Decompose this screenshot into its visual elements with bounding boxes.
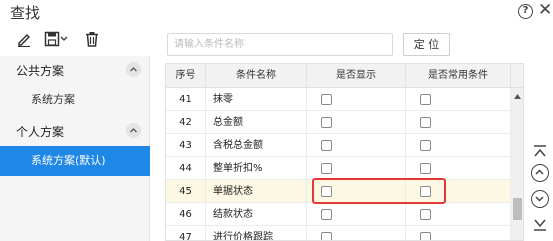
chevron-up-icon bbox=[535, 169, 544, 175]
row-index: 43 bbox=[166, 134, 206, 157]
help-button[interactable]: ? bbox=[518, 4, 533, 19]
group-title: 公共方案 bbox=[16, 64, 65, 78]
condition-name: 单据状态 bbox=[206, 180, 307, 203]
chevron-up-icon bbox=[130, 67, 137, 72]
scroll-up-arrow-icon[interactable] bbox=[514, 94, 521, 99]
highlight-annotation-box bbox=[312, 178, 446, 204]
table-row[interactable]: 43 含税总金额 bbox=[166, 134, 511, 157]
table-row[interactable]: 41 抹零 bbox=[166, 88, 511, 111]
scheme-item-system[interactable]: 系统方案 bbox=[0, 85, 150, 115]
table-row[interactable]: 42 总金额 bbox=[166, 111, 511, 134]
condition-name: 结款状态 bbox=[206, 203, 307, 226]
group-public-schemes[interactable]: 公共方案 bbox=[0, 56, 150, 84]
row-order-controls bbox=[527, 135, 553, 241]
common-checkbox[interactable] bbox=[420, 140, 431, 151]
close-button[interactable]: ✕ bbox=[538, 1, 552, 19]
table-header: 序号 条件名称 是否显示 是否常用条件 bbox=[166, 64, 523, 88]
scrollbar-thumb[interactable] bbox=[513, 198, 522, 220]
chevron-down-icon bbox=[535, 196, 544, 202]
move-to-bottom-icon[interactable] bbox=[531, 217, 549, 236]
row-index: 44 bbox=[166, 157, 206, 180]
column-header-index: 序号 bbox=[166, 64, 206, 88]
scheme-item-system-default[interactable]: 系统方案(默认) bbox=[0, 146, 150, 176]
collapse-button[interactable] bbox=[126, 62, 141, 77]
row-index: 47 bbox=[166, 226, 206, 240]
common-checkbox[interactable] bbox=[420, 209, 431, 220]
save-icon[interactable] bbox=[44, 31, 68, 51]
condition-name: 整单折扣% bbox=[206, 157, 307, 180]
table-row[interactable]: 44 整单折扣% bbox=[166, 157, 511, 180]
edit-icon[interactable] bbox=[16, 31, 32, 51]
common-checkbox[interactable] bbox=[420, 163, 431, 174]
show-checkbox[interactable] bbox=[321, 140, 332, 151]
delete-icon[interactable] bbox=[84, 31, 100, 51]
table-scrollbar[interactable] bbox=[511, 88, 523, 240]
table-row[interactable]: 46 结款状态 bbox=[166, 203, 511, 226]
row-index: 41 bbox=[166, 88, 206, 111]
show-checkbox[interactable] bbox=[321, 232, 332, 240]
column-header-common: 是否常用条件 bbox=[406, 64, 511, 88]
group-title: 个人方案 bbox=[16, 125, 65, 139]
row-index: 45 bbox=[166, 180, 206, 203]
column-header-show: 是否显示 bbox=[307, 64, 406, 88]
title-bar: 查找 ? ✕ bbox=[0, 0, 553, 26]
move-up-button[interactable] bbox=[531, 164, 549, 182]
scheme-toolbar bbox=[0, 27, 150, 54]
row-index: 46 bbox=[166, 203, 206, 226]
show-checkbox[interactable] bbox=[321, 163, 332, 174]
common-checkbox[interactable] bbox=[420, 94, 431, 105]
dialog-title: 查找 bbox=[10, 4, 41, 22]
condition-table: 序号 条件名称 是否显示 是否常用条件 41 抹零 42 总金额 43 含税总金… bbox=[165, 63, 524, 241]
move-down-button[interactable] bbox=[531, 190, 549, 208]
show-checkbox[interactable] bbox=[321, 209, 332, 220]
scheme-sidebar: 公共方案 系统方案 个人方案 系统方案(默认) bbox=[0, 56, 150, 241]
show-checkbox[interactable] bbox=[321, 94, 332, 105]
condition-search-input[interactable]: 请输入条件名称 bbox=[167, 33, 393, 56]
condition-name: 抹零 bbox=[206, 88, 307, 111]
chevron-up-icon bbox=[130, 128, 137, 133]
column-header-name: 条件名称 bbox=[206, 64, 307, 88]
common-checkbox[interactable] bbox=[420, 117, 431, 128]
row-index: 42 bbox=[166, 111, 206, 134]
condition-name: 进行价格跟踪 bbox=[206, 226, 307, 240]
common-checkbox[interactable] bbox=[420, 232, 431, 240]
table-row[interactable]: 47 进行价格跟踪 bbox=[166, 226, 511, 240]
group-personal-schemes[interactable]: 个人方案 bbox=[0, 117, 150, 145]
collapse-button[interactable] bbox=[126, 123, 141, 138]
condition-name: 含税总金额 bbox=[206, 134, 307, 157]
locate-button[interactable]: 定 位 bbox=[403, 33, 450, 56]
condition-name: 总金额 bbox=[206, 111, 307, 134]
show-checkbox[interactable] bbox=[321, 117, 332, 128]
move-to-top-icon[interactable] bbox=[531, 143, 549, 162]
